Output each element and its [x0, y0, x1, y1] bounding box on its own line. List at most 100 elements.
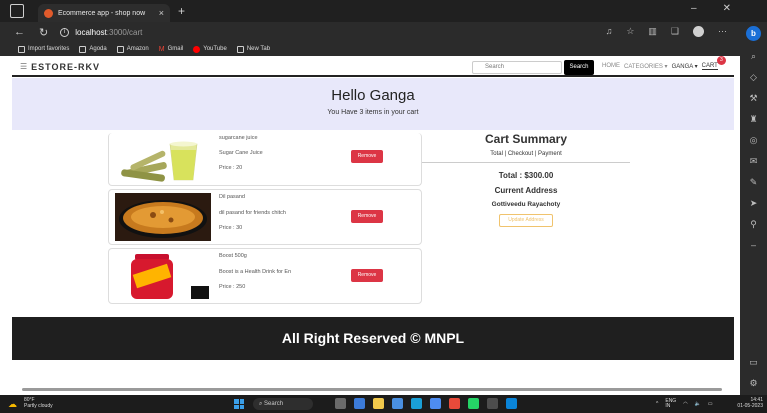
- sidebar-location-icon[interactable]: ⚲: [750, 219, 757, 230]
- sidebar-shopping-icon[interactable]: ◇: [750, 72, 757, 83]
- summary-total: Total : $300.00: [498, 171, 554, 180]
- language-indicator[interactable]: ENG IN: [665, 399, 676, 409]
- favorite-amazon[interactable]: Amazon: [116, 45, 149, 53]
- remove-button[interactable]: Remove: [351, 269, 383, 282]
- sidebar-games-icon[interactable]: ♜: [749, 114, 757, 125]
- current-address: Gottiveedu Rayachoty: [491, 201, 561, 208]
- tray-chevron-icon[interactable]: ^: [656, 401, 658, 407]
- window-menu-icon[interactable]: [10, 4, 24, 18]
- site-navbar: ☰ ESTORE-RKV Search Search HOME CATEGORI…: [12, 56, 734, 77]
- widgets-icon[interactable]: [354, 398, 365, 409]
- sidebar-settings-icon[interactable]: ⚙: [749, 378, 757, 389]
- weather-widget[interactable]: 80°F Partly cloudy: [24, 397, 53, 409]
- remove-button[interactable]: Remove: [351, 210, 383, 223]
- boost-jar-image: [115, 252, 211, 300]
- close-window-icon[interactable]: ✕: [723, 3, 731, 14]
- chrome-icon[interactable]: [449, 398, 460, 409]
- cart-item: Boost 500g Boost is a Health Drink for E…: [108, 248, 422, 304]
- sidebar-tools-icon[interactable]: ⚒: [749, 93, 757, 104]
- favorite-gmail[interactable]: M Gmail: [159, 46, 184, 53]
- item-price: Price : 20: [219, 165, 243, 171]
- search-input[interactable]: Search: [472, 61, 562, 74]
- address-heading: Current Address: [494, 186, 558, 195]
- dil-pasand-image: [115, 193, 211, 241]
- tab-favicon-icon: [44, 8, 53, 18]
- sidebar-layout-icon[interactable]: ▭: [749, 357, 758, 368]
- cart-item-list: sugarcane juice Sugar Cane Juice Price :…: [108, 133, 422, 307]
- sidebar-outlook-icon[interactable]: ✉: [750, 156, 758, 167]
- read-aloud-icon[interactable]: ♫: [606, 26, 613, 37]
- nav-categories[interactable]: CATEGORIES ▾: [624, 63, 668, 70]
- weather-condition: Partly cloudy: [24, 403, 53, 409]
- terminal-icon[interactable]: [487, 398, 498, 409]
- remove-button[interactable]: Remove: [351, 150, 383, 163]
- new-tab-button[interactable]: +: [178, 4, 185, 18]
- profile-avatar[interactable]: [693, 26, 704, 37]
- sidebar-add-icon[interactable]: –: [751, 240, 756, 250]
- favorite-star-icon[interactable]: ☆: [626, 26, 634, 37]
- cart-item: Dil pasand dil pasand for friends chitch…: [108, 189, 422, 245]
- browser-tab[interactable]: Ecommerce app - shop now ×: [38, 4, 170, 22]
- battery-icon[interactable]: ▭: [708, 401, 713, 407]
- nav-home[interactable]: HOME: [602, 63, 620, 70]
- cart-item: sugarcane juice Sugar Cane Juice Price :…: [108, 133, 422, 186]
- clock-date: 01-05-2023: [737, 403, 763, 409]
- folder-icon: [18, 45, 25, 53]
- item-description: Boost is a Health Drink for En: [219, 269, 292, 275]
- minimize-icon[interactable]: –: [691, 3, 697, 14]
- wifi-icon[interactable]: ◠: [683, 401, 687, 407]
- taskbar-search[interactable]: ⌕ Search: [253, 398, 313, 410]
- greeting-subtitle: You Have 3 items in your cart: [327, 109, 419, 116]
- favorite-youtube[interactable]: YouTube: [193, 45, 227, 53]
- split-screen-icon[interactable]: ▥: [648, 26, 657, 37]
- window-controls: – ✕: [691, 3, 731, 14]
- taskbar-clock[interactable]: 14:41 01-05-2023: [737, 397, 763, 409]
- store-icon[interactable]: [392, 398, 403, 409]
- refresh-icon[interactable]: ↻: [39, 26, 48, 39]
- nav-cart[interactable]: CART 3: [701, 56, 726, 70]
- sugarcane-juice-image: [115, 136, 211, 184]
- sidebar-send-icon[interactable]: ➤: [750, 198, 758, 209]
- item-price: Price : 250: [219, 284, 246, 290]
- file-explorer-icon[interactable]: [373, 398, 384, 409]
- url-field[interactable]: i localhost :3000/cart: [60, 27, 143, 37]
- address-bar: ← ↻ i localhost :3000/cart ♫ ☆ ▥ ❑ ⋯: [0, 22, 767, 42]
- scrollbar-thumb[interactable]: [22, 388, 722, 391]
- brand-logo[interactable]: ESTORE-RKV: [31, 62, 100, 72]
- url-path: :3000/cart: [106, 27, 143, 37]
- store-logo-icon: ☰: [20, 62, 28, 71]
- favorite-import[interactable]: Import favorites: [18, 45, 69, 53]
- back-icon[interactable]: ←: [14, 26, 25, 38]
- greeting-title: Hello Ganga: [331, 87, 415, 104]
- sidebar-drop-icon[interactable]: ✎: [750, 177, 758, 188]
- favorites-bar: Import favorites Agoda Amazon M Gmail You…: [0, 42, 740, 56]
- favorite-new-tab[interactable]: New Tab: [236, 45, 270, 53]
- item-description: dil pasand for friends chitch: [219, 210, 286, 216]
- update-address-button[interactable]: Update Address: [499, 214, 553, 227]
- search-button[interactable]: Search: [564, 60, 594, 75]
- item-name: Dil pasand: [219, 194, 245, 200]
- start-button[interactable]: [234, 399, 244, 409]
- edge-icon[interactable]: [411, 398, 422, 409]
- more-menu-icon[interactable]: ⋯: [718, 26, 727, 37]
- cart-greeting: Hello Ganga You Have 3 items in your car…: [12, 78, 734, 130]
- site-info-icon[interactable]: i: [60, 27, 70, 37]
- address-bar-icons: ♫ ☆ ▥ ❑ ⋯: [606, 26, 727, 37]
- browser-tab-bar: Ecommerce app - shop now × + – ✕: [0, 0, 767, 22]
- favorite-agoda[interactable]: Agoda: [79, 45, 107, 53]
- whatsapp-icon[interactable]: [468, 398, 479, 409]
- horizontal-scrollbar[interactable]: [12, 387, 734, 392]
- taskbar-search-label: Search: [264, 401, 284, 407]
- collections-icon[interactable]: ❑: [671, 26, 679, 37]
- nav-user-menu[interactable]: GANGA ▾: [672, 63, 698, 70]
- tab-close-icon[interactable]: ×: [159, 8, 164, 18]
- task-view-icon[interactable]: [335, 398, 346, 409]
- sidebar-search-icon[interactable]: ⌕: [751, 51, 756, 62]
- sidebar-copilot-icon[interactable]: b: [746, 26, 761, 41]
- photos-icon[interactable]: [430, 398, 441, 409]
- system-tray: ^ ENG IN ◠ 🔈 ▭: [656, 399, 713, 409]
- youtube-icon: [193, 45, 201, 53]
- sidebar-office-icon[interactable]: ◎: [750, 135, 758, 146]
- volume-icon[interactable]: 🔈: [695, 401, 701, 407]
- vscode-icon[interactable]: [506, 398, 517, 409]
